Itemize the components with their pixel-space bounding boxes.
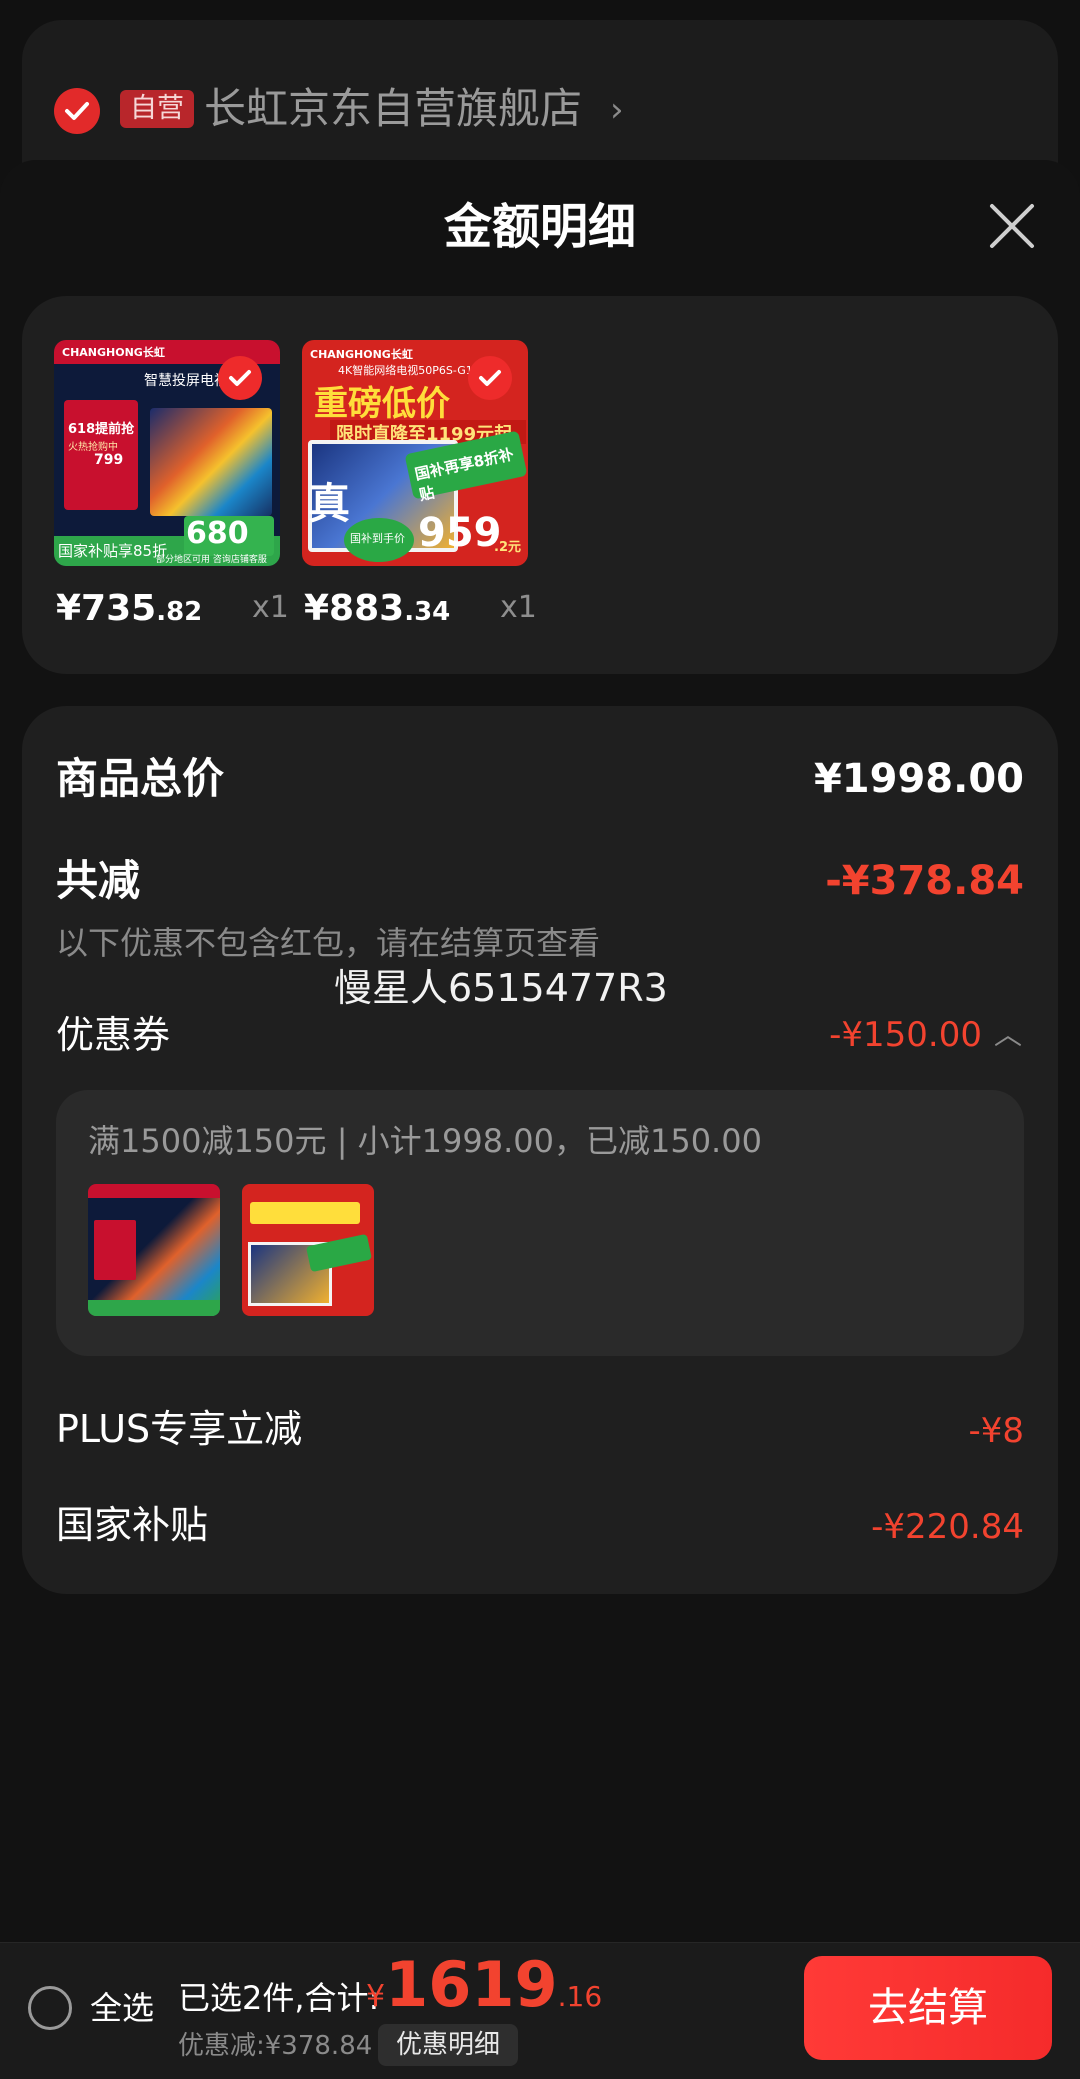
image-brand-text: CHANGHONG长虹 xyxy=(62,346,165,359)
product-price-dec: .34 xyxy=(404,597,451,627)
image-sub-text: 火热抢购中 xyxy=(68,442,118,453)
chevron-right-icon: › xyxy=(610,90,624,130)
product-quantity: x1 xyxy=(252,590,289,625)
total-price-label: 商品总价 xyxy=(56,754,225,803)
total-decimal: .16 xyxy=(557,1980,603,2013)
image-foot-text: 国补到手价 xyxy=(350,532,405,545)
product-quantity: x1 xyxy=(500,590,537,625)
product-price-int: ¥883 xyxy=(304,588,405,629)
image-brand-text: CHANGHONG长虹 xyxy=(310,348,413,361)
coupon-product-thumbnail xyxy=(88,1184,220,1316)
select-all-label[interactable]: 全选 xyxy=(90,1986,154,2030)
checkout-button[interactable]: 去结算 xyxy=(804,1956,1052,2060)
total-price-value: ¥1998.00 xyxy=(813,756,1024,802)
image-foot-text: 部分地区可用 咨询店铺客服 xyxy=(156,555,267,565)
close-icon[interactable] xyxy=(986,200,1038,252)
chevron-up-icon[interactable]: ︿ xyxy=(994,1010,1022,1060)
product-price: ¥883.34 xyxy=(304,584,450,637)
total-currency: ¥ xyxy=(366,1979,386,2014)
discount-summary: 优惠减:¥378.84 xyxy=(178,2031,373,2061)
subsidy-label: 国家补贴 xyxy=(56,1503,209,1547)
coupon-value[interactable]: -¥150.00 xyxy=(829,1006,982,1064)
product-price-dec: .82 xyxy=(156,597,203,627)
watermark-overlay-text: 慢星人6515477R3 xyxy=(334,966,668,1010)
product-check-icon[interactable] xyxy=(218,356,262,400)
image-promo-text: 618提前抢 xyxy=(68,422,135,437)
image-promo-text: 重磅低价 xyxy=(314,384,450,424)
image-big-price: 959 xyxy=(418,510,502,556)
discount-detail-button[interactable]: 优惠明细 xyxy=(378,2024,518,2066)
store-name[interactable]: 长虹京东自营旗舰店 xyxy=(204,82,582,136)
image-tagline-text: 智慧投屏电视 xyxy=(144,373,228,389)
sheet-title: 金额明细 xyxy=(443,199,636,255)
plus-discount-value: -¥8 xyxy=(968,1411,1024,1451)
image-big-price: 680 xyxy=(186,516,249,551)
image-big-price-decimal: .2元 xyxy=(494,540,521,555)
product-price-int: ¥735 xyxy=(56,588,157,629)
coupon-product-thumbnail xyxy=(242,1184,374,1316)
store-check-icon[interactable] xyxy=(54,88,100,134)
coupon-detail-text: 满1500减150元 | 小计1998.00，已减150.00 xyxy=(88,1122,762,1160)
image-corner-text: 真 xyxy=(308,479,351,528)
image-price-text: 799 xyxy=(94,452,124,468)
plus-discount-label: PLUS专享立减 xyxy=(56,1407,303,1451)
subsidy-value: -¥220.84 xyxy=(871,1507,1024,1547)
reduce-label: 共减 xyxy=(56,856,141,905)
total-integer: 1619 xyxy=(385,1948,558,2021)
image-bottom-text: 国家补贴享85折 xyxy=(58,542,168,560)
discount-note: 以下优惠不包含红包，请在结算页查看 xyxy=(56,924,601,962)
select-all-radio[interactable] xyxy=(28,1986,72,2030)
self-operated-badge: 自营 xyxy=(120,90,194,128)
selected-summary: 已选2件,合计: xyxy=(178,1979,380,2017)
product-price: ¥735.82 xyxy=(56,584,202,637)
product-check-icon[interactable] xyxy=(468,356,512,400)
reduce-value: -¥378.84 xyxy=(825,858,1024,904)
coupon-label: 优惠券 xyxy=(56,1013,171,1057)
